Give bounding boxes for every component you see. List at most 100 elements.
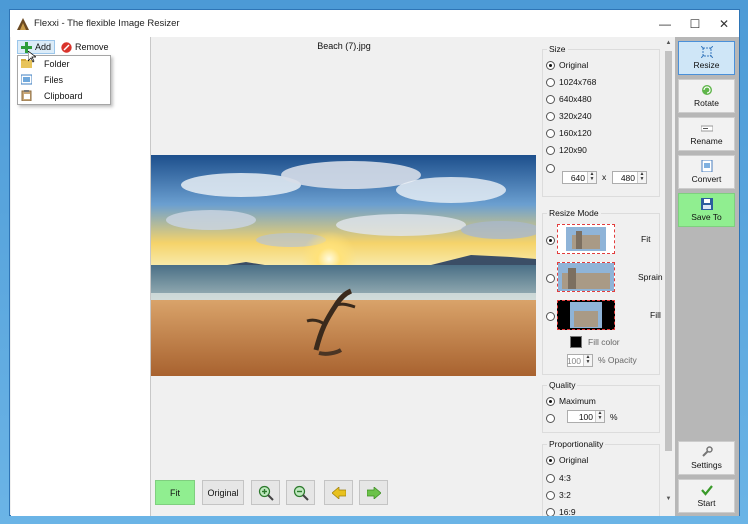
stepper-arrows-icon[interactable]: ▲ ▼	[583, 355, 592, 366]
radio-button[interactable]	[546, 235, 555, 245]
maximize-button[interactable]: ☐	[680, 10, 710, 37]
radio-button[interactable]	[546, 413, 555, 423]
resize-icon	[701, 46, 713, 58]
radio-button[interactable]	[546, 473, 555, 483]
mode-fit-label: Fit	[641, 234, 651, 244]
mode-fill-radio[interactable]	[546, 310, 555, 322]
mode-sprain-thumbnail[interactable]	[557, 262, 615, 292]
ratio-option-label: 3:2	[559, 490, 571, 500]
custom-width-value: 640	[570, 172, 585, 183]
convert-icon	[701, 160, 713, 172]
quality-custom-option[interactable]	[546, 412, 555, 424]
original-size-button[interactable]: Original	[202, 480, 244, 505]
image-preview[interactable]	[151, 155, 536, 376]
mouse-cursor-icon	[28, 51, 36, 63]
radio-button[interactable]	[546, 273, 555, 283]
zoom-in-icon	[258, 485, 274, 501]
radio-button[interactable]	[546, 490, 555, 500]
zoom-out-button[interactable]	[286, 480, 315, 505]
ratio-option-3-2[interactable]: 3:2	[546, 489, 571, 501]
previous-image-button[interactable]	[324, 480, 353, 505]
save-to-button[interactable]: Save To	[678, 193, 735, 227]
mode-sprain-radio[interactable]	[546, 272, 555, 284]
mode-fit-thumbnail[interactable]	[557, 224, 615, 254]
arrow-right-icon	[366, 486, 381, 499]
beach-photo	[151, 155, 536, 376]
resize-label: Resize	[693, 60, 720, 70]
size-option-160x120[interactable]: 160x120	[546, 127, 592, 139]
quality-group	[542, 385, 660, 433]
custom-height-stepper[interactable]: 480 ▲ ▼	[612, 171, 647, 184]
fit-button[interactable]: Fit	[155, 480, 195, 505]
fill-color-label: Fill color	[588, 337, 620, 347]
mode-fit-radio[interactable]	[546, 234, 555, 246]
radio-button[interactable]	[546, 94, 555, 104]
size-option-1024x768[interactable]: 1024x768	[546, 76, 596, 88]
custom-width-stepper[interactable]: 640 ▲ ▼	[562, 171, 597, 184]
minimize-button[interactable]: —	[650, 10, 680, 37]
arrow-left-icon	[331, 486, 346, 499]
mode-fill-thumbnail[interactable]	[557, 300, 615, 330]
ratio-option-16-9[interactable]: 16:9	[546, 506, 576, 516]
fill-color-swatch[interactable]	[570, 336, 582, 348]
size-option-original[interactable]: Original	[546, 59, 588, 71]
size-option-120x90[interactable]: 120x90	[546, 144, 587, 156]
scroll-up-arrow-icon[interactable]: ▲	[664, 40, 673, 49]
close-button[interactable]: ✕	[709, 10, 739, 37]
remove-label: Remove	[75, 42, 109, 52]
radio-button[interactable]	[546, 128, 555, 138]
ratio-option-original[interactable]: Original	[546, 454, 588, 466]
stepper-arrows-icon[interactable]: ▲ ▼	[595, 411, 604, 422]
times-sign: x	[602, 172, 607, 182]
action-column: Resize Rotate Rename Convert Save To Set…	[675, 37, 739, 516]
stepper-arrows-icon[interactable]: ▲ ▼	[587, 172, 596, 183]
proportionality-group-label: Proportionality	[547, 439, 606, 449]
size-option-320x240[interactable]: 320x240	[546, 110, 592, 122]
convert-button[interactable]: Convert	[678, 155, 735, 189]
scroll-down-arrow-icon[interactable]: ▼	[664, 496, 673, 505]
stepper-arrows-icon[interactable]: ▲ ▼	[637, 172, 646, 183]
radio-button[interactable]	[546, 77, 555, 87]
opacity-value: 100	[566, 355, 581, 366]
radio-button[interactable]	[546, 111, 555, 121]
start-label: Start	[697, 498, 716, 508]
file-list-pane[interactable]: Add Remove Folder Files Clipboard	[11, 37, 151, 516]
settings-scrollbar[interactable]: ▲ ▼	[663, 39, 674, 507]
menu-item-label: Files	[44, 75, 64, 85]
file-name-label: Beach (7).jpg	[317, 41, 371, 51]
resize-button[interactable]: Resize	[678, 41, 735, 75]
radio-button[interactable]	[546, 60, 555, 70]
menu-item-clipboard[interactable]: Clipboard	[18, 88, 110, 104]
add-button[interactable]: Add	[17, 40, 56, 54]
next-image-button[interactable]	[359, 480, 388, 505]
radio-button[interactable]	[546, 311, 555, 321]
ratio-option-4-3[interactable]: 4:3	[546, 472, 571, 484]
menu-item-files[interactable]: Files	[18, 72, 110, 88]
size-option-label: 160x120	[559, 128, 592, 138]
window-title: Flexxi - The flexible Image Resizer	[34, 18, 180, 29]
size-option-label: 640x480	[559, 94, 592, 104]
radio-button[interactable]	[546, 145, 555, 155]
quality-maximum-option[interactable]: Maximum	[546, 395, 596, 407]
quality-unit: %	[610, 412, 618, 422]
start-button[interactable]: Start	[678, 479, 735, 513]
rename-button[interactable]: Rename	[678, 117, 735, 151]
rotate-icon	[702, 85, 712, 95]
scrollbar-thumb[interactable]	[665, 51, 672, 451]
size-option-640x480[interactable]: 640x480	[546, 93, 592, 105]
size-group-label: Size	[547, 44, 568, 54]
radio-button[interactable]	[546, 455, 555, 465]
quality-stepper[interactable]: 100 ▲ ▼	[567, 410, 605, 423]
remove-button[interactable]: Remove	[61, 40, 109, 54]
radio-button[interactable]	[546, 163, 555, 173]
size-option-custom[interactable]	[546, 162, 555, 174]
zoom-in-button[interactable]	[251, 480, 280, 505]
rotate-button[interactable]: Rotate	[678, 79, 735, 113]
quality-value: 100	[578, 411, 593, 422]
settings-button[interactable]: Settings	[678, 441, 735, 475]
radio-button[interactable]	[546, 507, 555, 516]
radio-button[interactable]	[546, 396, 555, 406]
ratio-option-label: 4:3	[559, 473, 571, 483]
settings-pane: Size Original 1024x768 640x480 320x240 1…	[537, 37, 675, 516]
opacity-stepper[interactable]: 100 ▲ ▼	[567, 354, 593, 367]
